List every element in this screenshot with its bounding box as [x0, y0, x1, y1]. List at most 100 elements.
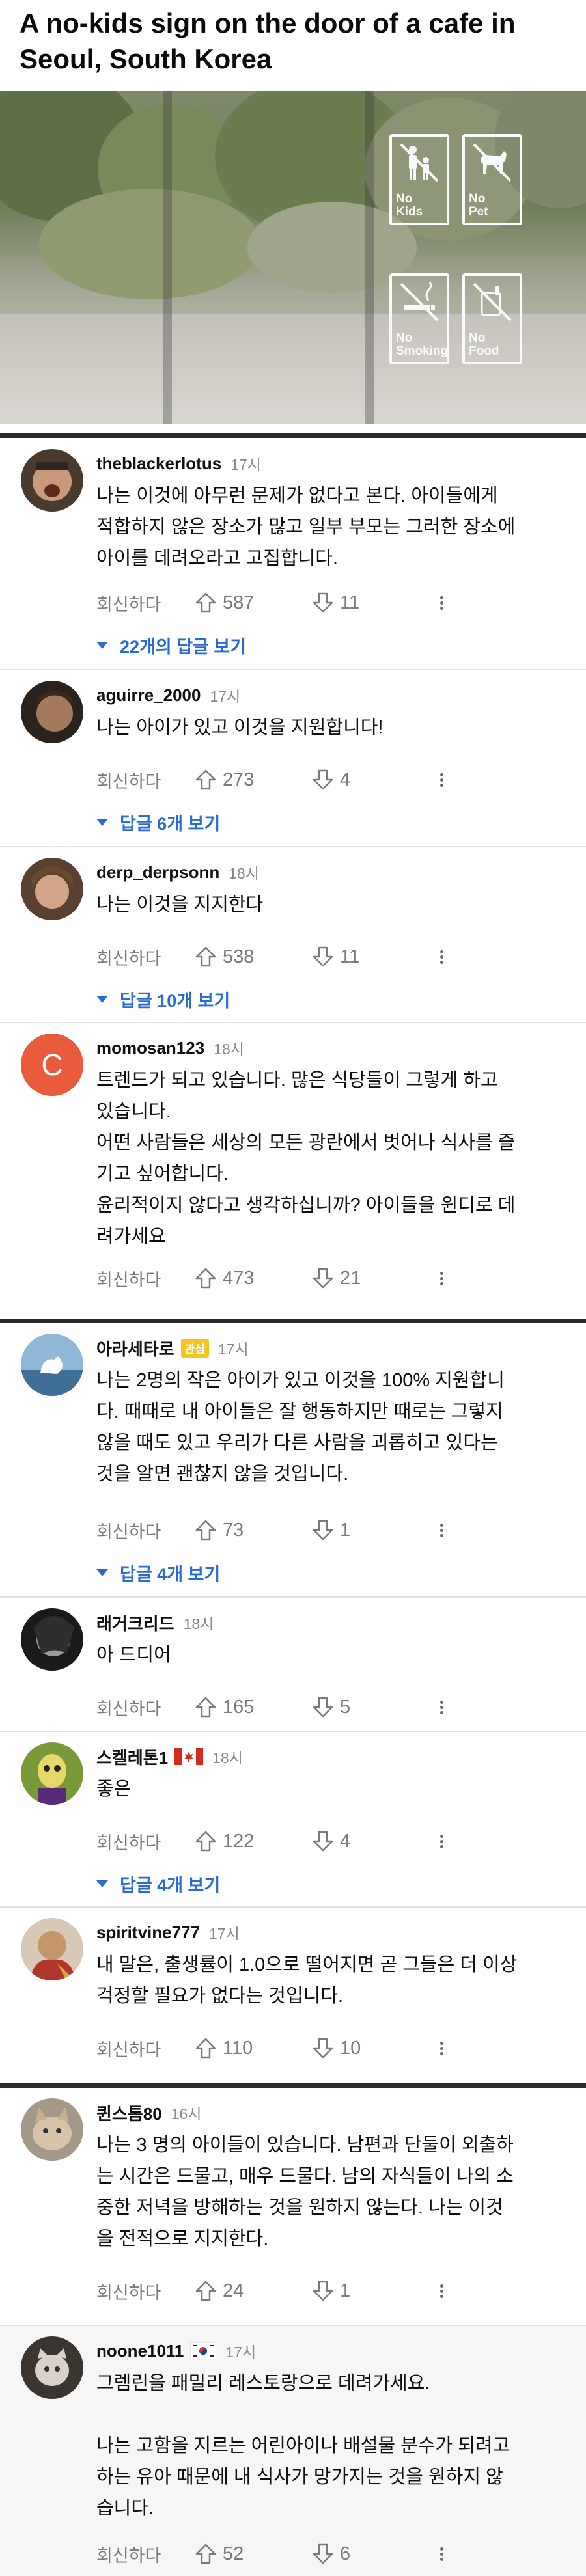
- downvote-button[interactable]: 6: [311, 2542, 428, 2566]
- username[interactable]: noone1011: [96, 2341, 184, 2361]
- reply-button[interactable]: 회신하다: [96, 1695, 194, 1720]
- downvote-count: 5: [340, 1696, 351, 1718]
- timestamp: 17시: [225, 2344, 257, 2361]
- timestamp: 17시: [230, 456, 261, 473]
- avatar[interactable]: [21, 1742, 83, 1805]
- avatar[interactable]: [21, 1608, 83, 1671]
- timestamp: 18시: [229, 865, 259, 882]
- downvote-button[interactable]: 10: [311, 2036, 428, 2060]
- downvote-button[interactable]: 4: [311, 1829, 428, 1853]
- comment: 래거크리드 18시 아 드디어 회신하다 165 5: [0, 1598, 586, 1732]
- reply-button[interactable]: 회신하다: [96, 2036, 194, 2061]
- avatar[interactable]: [21, 2336, 83, 2399]
- avatar[interactable]: [21, 858, 83, 920]
- username[interactable]: 아라세타로: [96, 1336, 174, 1360]
- downvote-button[interactable]: 1: [311, 1518, 428, 1542]
- more-options-icon[interactable]: [428, 1522, 454, 1539]
- upvote-button[interactable]: 52: [194, 2542, 311, 2566]
- upvote-button[interactable]: 122: [194, 1829, 311, 1853]
- comment: 아라세타로 관심 17시 나는 2명의 작은 아이가 있고 이것을 100% 지…: [0, 1323, 586, 1598]
- reply-button[interactable]: 회신하다: [96, 767, 194, 793]
- view-replies-button[interactable]: 답글 6개 보기: [96, 810, 220, 835]
- upvote-count: 273: [223, 769, 255, 790]
- chevron-down-icon: [96, 819, 108, 826]
- reply-button[interactable]: 회신하다: [96, 2542, 194, 2567]
- username[interactable]: derp_derpsonn: [96, 862, 219, 883]
- timestamp: 18시: [183, 1615, 214, 1632]
- more-options-icon[interactable]: [428, 1699, 454, 1716]
- screenshot-page: A no-kids sign on the door of a cafe in …: [0, 0, 586, 2576]
- post-photo[interactable]: No Kids No Pet No Smoking No Food: [0, 91, 586, 424]
- arrow-down-icon: [313, 946, 333, 967]
- downvote-count: 1: [340, 2280, 351, 2301]
- arrow-down-icon: [313, 2038, 333, 2059]
- upvote-button[interactable]: 587: [194, 591, 311, 614]
- view-replies-button[interactable]: 답글 4개 보기: [96, 1560, 220, 1585]
- more-options-icon[interactable]: [428, 771, 454, 789]
- avatar[interactable]: [21, 681, 83, 743]
- avatar[interactable]: [21, 449, 83, 512]
- view-replies-button[interactable]: 답글 4개 보기: [96, 1871, 220, 1897]
- downvote-button[interactable]: 11: [311, 945, 428, 968]
- post-title: A no-kids sign on the door of a cafe in …: [20, 8, 516, 74]
- upvote-button[interactable]: 73: [194, 1518, 311, 1542]
- timestamp: 16시: [171, 2105, 202, 2122]
- username[interactable]: momosan123: [96, 1038, 204, 1058]
- arrow-up-icon: [195, 2543, 216, 2564]
- more-options-icon[interactable]: [428, 594, 454, 612]
- username[interactable]: spiritvine777: [96, 1923, 200, 1943]
- more-options-icon[interactable]: [428, 948, 454, 966]
- reply-button[interactable]: 회신하다: [96, 944, 194, 970]
- thread-separator: [0, 433, 586, 438]
- comment-body: 나는 이것에 아무런 문제가 없다고 본다. 아이들에게 적합하지 않은 장소가…: [96, 486, 516, 569]
- downvote-button[interactable]: 11: [311, 591, 428, 614]
- upvote-count: 52: [223, 2543, 244, 2564]
- view-replies-button[interactable]: 답글 10개 보기: [96, 987, 230, 1012]
- username[interactable]: aguirre_2000: [96, 685, 201, 706]
- downvote-button[interactable]: 4: [311, 768, 428, 791]
- thread-separator: [0, 2083, 586, 2088]
- reply-button[interactable]: 회신하다: [96, 1829, 194, 1854]
- reply-button[interactable]: 회신하다: [96, 1266, 194, 1291]
- avatar[interactable]: [21, 2098, 83, 2161]
- more-options-icon[interactable]: [428, 1270, 454, 1287]
- downvote-count: 4: [340, 769, 351, 790]
- comment: noone1011 17시 그렘린을 패밀리 레스토랑으로 데려가세요. 나는 …: [0, 2326, 586, 2576]
- upvote-button[interactable]: 473: [194, 1267, 311, 1290]
- username[interactable]: 래거크리드: [96, 1611, 174, 1635]
- arrow-down-icon: [313, 1520, 333, 1541]
- downvote-count: 21: [340, 1267, 361, 1289]
- sign-no-food: No Food: [462, 273, 522, 364]
- downvote-count: 11: [340, 592, 360, 613]
- avatar[interactable]: [21, 1334, 83, 1396]
- chevron-down-icon: [96, 1569, 108, 1576]
- avatar[interactable]: [21, 1918, 83, 1980]
- upvote-button[interactable]: 110: [194, 2036, 311, 2060]
- more-options-icon[interactable]: [428, 2545, 454, 2563]
- arrow-down-icon: [313, 1831, 333, 1852]
- downvote-button[interactable]: 1: [311, 2279, 428, 2303]
- reply-button[interactable]: 회신하다: [96, 2279, 194, 2304]
- comment: derp_derpsonn 18시 나는 이것을 지지한다 회신하다 538 1…: [0, 847, 586, 1023]
- chevron-down-icon: [96, 1880, 108, 1887]
- avatar[interactable]: C: [21, 1034, 83, 1096]
- upvote-button[interactable]: 24: [194, 2279, 311, 2303]
- more-options-icon[interactable]: [428, 1833, 454, 1850]
- upvote-button[interactable]: 273: [194, 768, 311, 791]
- username[interactable]: 스켈레톤1: [96, 1745, 168, 1769]
- reply-button[interactable]: 회신하다: [96, 1518, 194, 1543]
- comment: C momosan123 18시 트렌드가 되고 있습니다. 많은 식당들이 그…: [0, 1023, 586, 1319]
- arrow-up-icon: [195, 1697, 216, 1718]
- view-replies-button[interactable]: 22개의 답글 보기: [96, 633, 246, 658]
- upvote-button[interactable]: 165: [194, 1695, 311, 1719]
- more-options-icon[interactable]: [428, 2040, 454, 2057]
- reply-button[interactable]: 회신하다: [96, 590, 194, 616]
- user-badge: 관심: [180, 1338, 209, 1358]
- more-options-icon[interactable]: [428, 2282, 454, 2300]
- downvote-button[interactable]: 21: [311, 1267, 428, 1290]
- downvote-button[interactable]: 5: [311, 1695, 428, 1719]
- upvote-button[interactable]: 538: [194, 945, 311, 968]
- arrow-up-icon: [195, 1520, 216, 1541]
- username[interactable]: 퀸스톰80: [96, 2101, 162, 2125]
- username[interactable]: theblackerlotus: [96, 454, 221, 474]
